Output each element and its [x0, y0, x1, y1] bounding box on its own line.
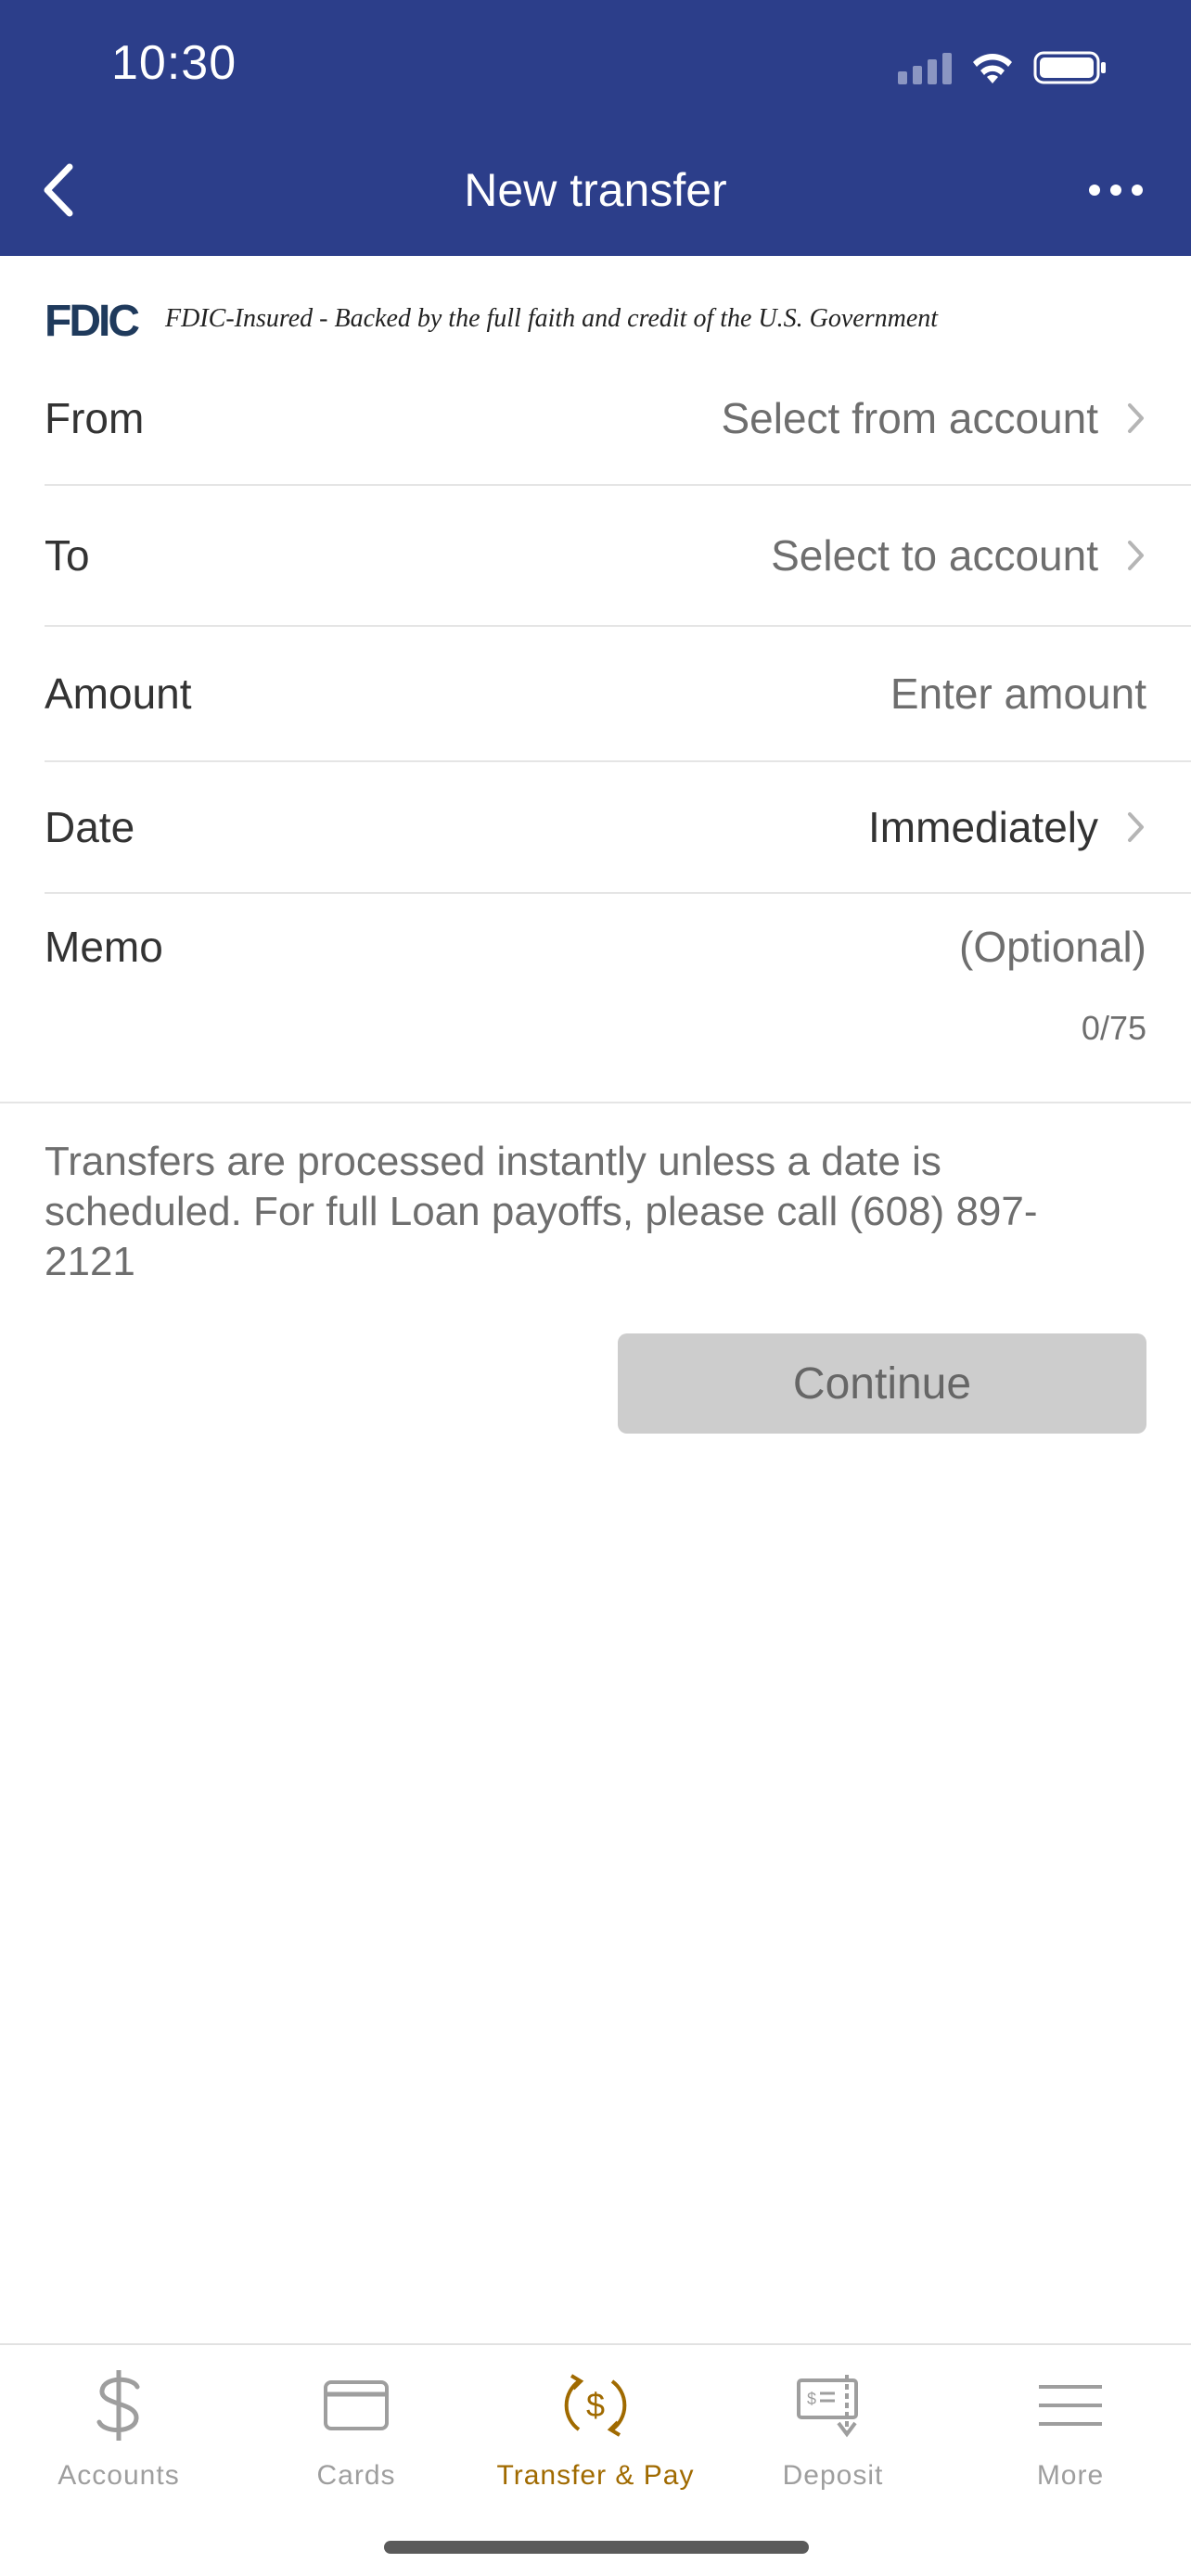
- check-deposit-icon: $: [796, 2364, 870, 2447]
- from-label: From: [45, 394, 145, 442]
- ellipsis-icon: [1089, 185, 1143, 196]
- menu-icon: [1037, 2364, 1104, 2447]
- chevron-right-icon: [1128, 403, 1144, 433]
- to-value: Select to account: [771, 530, 1146, 580]
- status-time: 10:30: [111, 36, 237, 90]
- chevron-right-icon: [1128, 812, 1144, 842]
- svg-text:FDIC: FDIC: [45, 299, 139, 339]
- card-icon: [323, 2364, 390, 2447]
- fdic-banner: FDIC FDIC-Insured - Backed by the full f…: [45, 299, 938, 339]
- memo-character-counter: 0/75: [1081, 1009, 1146, 1047]
- date-value: Immediately: [868, 802, 1146, 852]
- tab-label: Deposit: [782, 2460, 884, 2491]
- svg-text:$: $: [807, 2390, 816, 2408]
- tab-transfer-pay[interactable]: $ Transfer & Pay: [477, 2345, 714, 2512]
- tab-deposit[interactable]: $ Deposit: [714, 2345, 952, 2512]
- top-bar: 10:30 New transfer: [0, 0, 1191, 256]
- amount-row[interactable]: Amount Enter amount: [45, 627, 1191, 762]
- tab-accounts[interactable]: Accounts: [0, 2345, 237, 2512]
- date-selection: Immediately: [868, 803, 1098, 851]
- signal-icon: [898, 51, 952, 84]
- dollar-icon: [91, 2364, 147, 2447]
- battery-icon: [1033, 51, 1106, 84]
- transfer-info-text: Transfers are processed instantly unless…: [45, 1139, 1038, 1284]
- svg-text:$: $: [586, 2386, 605, 2424]
- chevron-right-icon: [1128, 541, 1144, 570]
- fdic-logo: FDIC: [45, 299, 142, 339]
- tab-cards[interactable]: Cards: [237, 2345, 475, 2512]
- from-account-placeholder: Select from account: [721, 394, 1098, 442]
- tab-label: Accounts: [58, 2460, 180, 2491]
- amount-label: Amount: [45, 670, 192, 718]
- tab-more[interactable]: More: [952, 2345, 1189, 2512]
- wifi-icon: [973, 54, 1012, 83]
- memo-row[interactable]: Memo (Optional) 0/75: [0, 894, 1191, 1103]
- continue-button[interactable]: Continue: [618, 1333, 1146, 1434]
- memo-label: Memo: [45, 923, 163, 971]
- to-label: To: [45, 531, 90, 580]
- transfer-icon: $: [558, 2364, 633, 2447]
- tab-label: Transfer & Pay: [496, 2460, 695, 2491]
- to-account-placeholder: Select to account: [771, 531, 1098, 580]
- tab-label: More: [1036, 2460, 1105, 2491]
- amount-input[interactable]: Enter amount: [890, 669, 1146, 719]
- status-icons: [898, 45, 1108, 91]
- transfer-form: From Select from account To Select to ac…: [0, 352, 1191, 1103]
- to-account-row[interactable]: To Select to account: [45, 486, 1191, 627]
- from-value: Select from account: [721, 393, 1146, 443]
- date-label: Date: [45, 803, 135, 851]
- memo-input[interactable]: (Optional): [959, 922, 1146, 972]
- tab-label: Cards: [316, 2460, 396, 2491]
- date-row[interactable]: Date Immediately: [45, 762, 1191, 894]
- home-indicator: [384, 2541, 809, 2554]
- fdic-tagline: FDIC-Insured - Backed by the full faith …: [165, 304, 939, 333]
- from-account-row[interactable]: From Select from account: [45, 352, 1191, 486]
- more-options-button[interactable]: [1074, 158, 1158, 223]
- page-title: New transfer: [464, 164, 727, 216]
